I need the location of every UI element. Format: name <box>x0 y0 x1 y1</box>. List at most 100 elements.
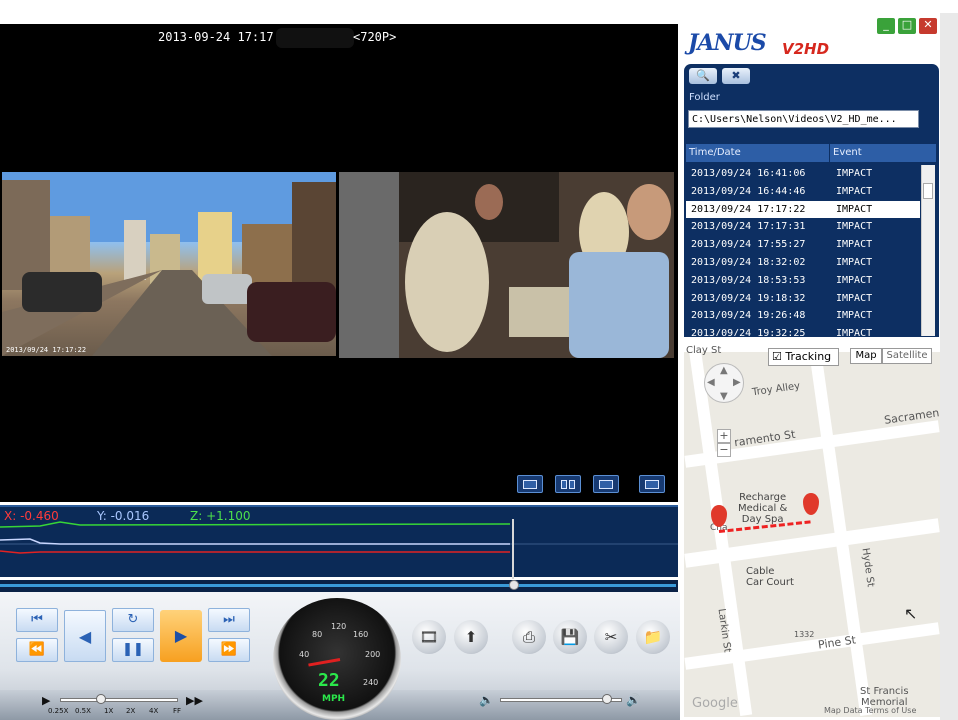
settings-tools-icon[interactable]: ✂ <box>594 620 628 654</box>
scrollbar-thumb[interactable] <box>923 183 933 199</box>
cabin-scene <box>339 172 674 358</box>
checkbox-icon: ☑ <box>772 350 786 363</box>
window-edge <box>940 13 958 720</box>
repeat-button[interactable]: ↻ <box>112 608 154 632</box>
brand-model: V2HD <box>782 40 830 58</box>
list-item[interactable]: 2013/09/24 17:55:27 IMPACT <box>686 236 920 254</box>
maximize-button[interactable]: □ <box>898 18 916 34</box>
slow-icon: ▶ <box>42 694 51 707</box>
map-label: Cable Car Court <box>746 566 794 588</box>
fast-icon: ▶▶ <box>186 694 203 707</box>
event-date: 2013/09/24 19:26:48 <box>691 310 806 322</box>
tools-icon[interactable]: ✖ <box>722 68 750 84</box>
event-type: IMPACT <box>836 274 873 286</box>
event-type: IMPACT <box>836 239 873 251</box>
search-icon[interactable]: 🔍 <box>689 68 717 84</box>
play-button[interactable]: ▶ <box>160 610 202 662</box>
street-scene: 2013/09/24 17:17:22 <box>2 172 336 356</box>
tracking-checkbox[interactable]: ☑ Tracking <box>768 348 839 366</box>
event-type: IMPACT <box>836 168 873 179</box>
video-timestamp: 2013-09-24 17:17:2 <box>158 30 289 44</box>
video-clip-icon[interactable]: 🎞 <box>412 620 446 654</box>
list-item[interactable]: 2013/09/24 16:41:06 IMPACT <box>686 165 920 183</box>
map-terms[interactable]: Map Data Terms of Use <box>824 706 916 715</box>
print-icon[interactable]: ⎙ <box>512 620 546 654</box>
folder-icon[interactable]: 📁 <box>636 620 670 654</box>
column-header-time[interactable]: Time/Date <box>686 144 830 162</box>
first-button[interactable]: ⏮ <box>16 608 58 632</box>
map-label: Clay St <box>686 345 722 356</box>
map-type-satellite-button[interactable]: Satellite <box>882 348 932 364</box>
event-date: 2013/09/24 16:41:06 <box>691 168 806 179</box>
list-item[interactable]: 2013/09/24 19:26:48 IMPACT <box>686 307 920 325</box>
list-item[interactable]: 2013/09/24 19:18:32 IMPACT <box>686 290 920 308</box>
map-label: Troy Alley <box>751 380 801 399</box>
map-type-map-button[interactable]: Map <box>850 348 882 364</box>
map-label: St Francis Memorial <box>860 686 909 708</box>
seek-track[interactable] <box>0 584 676 587</box>
gauge-tick: 160 <box>353 630 369 639</box>
save-icon[interactable]: 💾 <box>553 620 587 654</box>
pan-down-icon[interactable]: ▼ <box>720 391 728 402</box>
accel-z-readout: Z: +1.100 <box>190 509 251 523</box>
folder-label: Folder <box>689 92 720 103</box>
event-date: 2013/09/24 18:53:53 <box>691 274 806 286</box>
event-type: IMPACT <box>836 256 873 268</box>
event-type: IMPACT <box>836 328 873 336</box>
pip-view-icon[interactable] <box>593 475 619 493</box>
playback-speed-slider[interactable] <box>60 698 178 702</box>
folder-path-field[interactable]: C:\Users\Nelson\Videos\V2_HD_me... <box>688 110 919 128</box>
list-item[interactable]: 2013/09/24 18:53:53 IMPACT <box>686 272 920 290</box>
event-type: IMPACT <box>836 292 873 304</box>
volume-max-icon: 🔊 <box>626 693 641 707</box>
single-view-icon[interactable] <box>517 475 543 493</box>
gauge-tick: 120 <box>331 622 347 631</box>
dual-view-icon[interactable] <box>555 475 581 493</box>
close-button[interactable]: ✕ <box>919 18 937 34</box>
event-date: 2013/09/24 16:44:46 <box>691 185 806 197</box>
top-strip <box>0 0 958 13</box>
event-type: IMPACT <box>836 185 873 197</box>
brand-logo: JANUS <box>688 30 767 56</box>
fullscreen-icon[interactable] <box>639 475 665 493</box>
list-item[interactable]: 2013/09/24 17:17:31 IMPACT <box>686 218 920 236</box>
seek-handle[interactable] <box>509 580 519 590</box>
event-date: 2013/09/24 17:55:27 <box>691 239 806 251</box>
speed-unit: MPH <box>322 694 346 704</box>
volume-icon: 🔈 <box>479 693 494 707</box>
prev-frame-button[interactable]: ◀ <box>64 610 106 662</box>
upload-icon[interactable]: ⬆ <box>454 620 488 654</box>
zoom-in-button[interactable]: + <box>717 429 731 443</box>
pan-right-icon[interactable]: ▶ <box>733 377 741 388</box>
column-header-event[interactable]: Event <box>830 144 937 162</box>
pause-button[interactable]: ❚❚ <box>112 638 154 662</box>
minimize-button[interactable]: _ <box>877 18 895 34</box>
event-date: 2013/09/24 18:32:02 <box>691 256 806 268</box>
fast-forward-button[interactable]: ⏩ <box>208 638 250 662</box>
event-date: 2013/09/24 17:17:22 <box>691 203 806 215</box>
list-item-selected[interactable]: 2013/09/24 17:17:22 IMPACT <box>686 200 920 219</box>
map-pan-control[interactable]: ▲ ▼ ◀ ▶ <box>704 363 744 403</box>
gauge-tick: 80 <box>312 630 323 639</box>
map-label: 1332 <box>794 630 815 639</box>
rewind-button[interactable]: ⏪ <box>16 638 58 662</box>
tracking-label: Tracking <box>785 350 832 363</box>
front-camera-view: 2013/09/24 17:17:22 <box>2 172 336 356</box>
speed-label: 1X <box>104 707 114 715</box>
pan-up-icon[interactable]: ▲ <box>720 365 728 376</box>
event-type: IMPACT <box>836 310 873 322</box>
gauge-tick: 200 <box>365 650 381 659</box>
cam1-overlay: 2013/09/24 17:17:22 <box>6 346 86 354</box>
pan-left-icon[interactable]: ◀ <box>707 377 715 388</box>
list-item[interactable]: 2013/09/24 18:32:02 IMPACT <box>686 254 920 272</box>
zoom-out-button[interactable]: − <box>717 443 731 457</box>
graph-cursor[interactable] <box>512 519 514 579</box>
redaction-box <box>276 28 354 48</box>
event-type: IMPACT <box>836 203 873 215</box>
list-item[interactable]: 2013/09/24 16:44:46 IMPACT <box>686 183 920 201</box>
list-item[interactable]: 2013/09/24 19:32:25 IMPACT <box>686 325 920 336</box>
speed-label: FF <box>173 707 182 715</box>
last-button[interactable]: ⏭ <box>208 608 250 632</box>
mouse-cursor-icon: ↖ <box>904 604 918 623</box>
event-list: 2013/09/24 16:41:06 IMPACT 2013/09/24 16:… <box>686 165 920 336</box>
